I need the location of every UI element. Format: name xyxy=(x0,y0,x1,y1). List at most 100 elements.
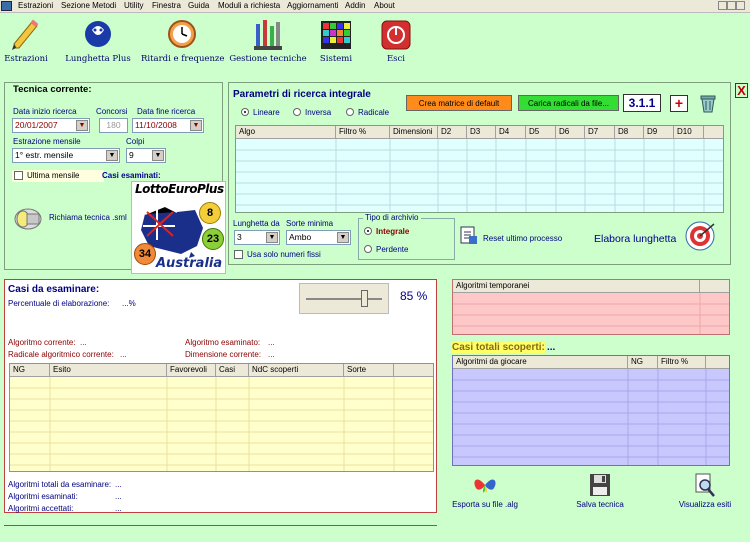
version-box: 3.1.1 xyxy=(623,94,661,112)
casi-grid[interactable]: NG Esito Favorevoli Casi NdC scoperti So… xyxy=(9,363,434,472)
elabora-button[interactable]: Elabora lunghetta xyxy=(594,233,676,245)
casi-title: Casi da esaminare: xyxy=(8,284,100,295)
casi-totali-value: ... xyxy=(547,342,556,353)
perdente-radio[interactable] xyxy=(364,245,372,253)
app-icon[interactable] xyxy=(1,1,12,11)
ultima-mensile-label: Ultima mensile xyxy=(27,171,80,180)
radicale-label: Radicale xyxy=(358,108,390,117)
reset-processo-button[interactable]: Reset ultimo processo xyxy=(483,234,562,243)
lunghetta-select[interactable]: 3 ▼ xyxy=(234,230,280,245)
chevron-down-icon[interactable]: ▼ xyxy=(106,150,118,161)
menu-sezione-metodi[interactable]: Sezione Metodi xyxy=(61,1,116,10)
menu-addin[interactable]: Addin xyxy=(345,1,365,10)
carica-radicali-button[interactable]: Carica radicali da file... xyxy=(518,95,619,111)
esporta-button[interactable]: Esporta su file .alg xyxy=(445,472,525,509)
ultima-mensile-checkbox[interactable] xyxy=(14,171,23,180)
grid-lines xyxy=(453,369,729,465)
lunghetta-label: Lunghetta da xyxy=(233,219,280,228)
toolbar-ritardi-button[interactable]: Ritardi e frequenze xyxy=(141,18,224,64)
temporanei-grid[interactable]: Algoritmi temporanei xyxy=(452,279,730,335)
col-filtro: Filtro % xyxy=(658,356,706,369)
lineare-radio[interactable] xyxy=(241,108,249,116)
menu-utility[interactable]: Utility xyxy=(124,1,144,10)
inversa-radio[interactable] xyxy=(293,108,301,116)
visualizza-esiti-button[interactable]: Visualizza esiti xyxy=(670,472,740,509)
menu-estrazioni[interactable]: Estrazioni xyxy=(18,1,53,10)
data-fine-value: 11/10/2008 xyxy=(135,120,177,130)
col-algoritmi-giocare: Algoritmi da giocare xyxy=(453,356,628,369)
colpi-value: 9 xyxy=(129,150,134,160)
integrale-radio[interactable] xyxy=(364,227,372,235)
chevron-down-icon[interactable]: ▼ xyxy=(337,232,349,243)
reset-icon[interactable] xyxy=(460,225,478,245)
archivio-group: Tipo di archivio Integrale Perdente xyxy=(358,213,455,260)
casi-esaminati-label: Casi esaminati: xyxy=(102,171,161,180)
butterfly-icon xyxy=(474,479,496,493)
estrazione-select[interactable]: 1° estr. mensile ▼ xyxy=(12,148,120,163)
ball-34: 34 xyxy=(134,243,156,265)
toolbar-estrazioni-label: Estrazioni xyxy=(4,54,48,64)
logo-subtitle: Australia xyxy=(156,256,223,271)
estrazione-value: 1° estr. mensile xyxy=(15,150,74,160)
exit-icon xyxy=(380,18,412,52)
magnifier-icon xyxy=(695,473,715,497)
numeri-fissi-label: Usa solo numeri fissi xyxy=(247,250,321,259)
casi-totali-label: Casi totali scoperti: xyxy=(452,342,545,353)
add-button[interactable]: + xyxy=(670,95,688,112)
col-ng: NG xyxy=(628,356,658,369)
window-controls[interactable] xyxy=(718,1,748,11)
menu-guida[interactable]: Guida xyxy=(188,1,209,10)
chevron-down-icon[interactable]: ▼ xyxy=(152,150,164,161)
toolbar-gestione-button[interactable]: Gestione tecniche xyxy=(229,18,307,64)
toolbar-estrazioni-button[interactable]: Estrazioni xyxy=(4,18,48,64)
trash-icon[interactable] xyxy=(698,93,718,113)
chevron-down-icon[interactable]: ▼ xyxy=(266,232,278,243)
chevron-down-icon[interactable]: ▼ xyxy=(76,120,88,131)
salva-tecnica-button[interactable]: Salva tecnica xyxy=(565,472,635,509)
colpi-select[interactable]: 9 ▼ xyxy=(126,148,166,163)
col-blank xyxy=(700,280,729,293)
toolbar-lunghetta-button[interactable]: Lunghetta Plus xyxy=(62,18,134,64)
visualizza-label: Visualizza esiti xyxy=(678,500,732,509)
menu-about[interactable]: About xyxy=(374,1,395,10)
richiama-tecnica-button[interactable]: Richiama tecnica .sml xyxy=(49,213,127,222)
radicale-radio[interactable] xyxy=(346,108,354,116)
data-fine-select[interactable]: 11/10/2008 ▼ xyxy=(132,118,204,133)
casi-panel: Casi da esaminare: Percentuale di elabor… xyxy=(4,279,437,513)
slider-thumb[interactable] xyxy=(360,290,368,307)
reload-icon[interactable] xyxy=(13,204,43,234)
concorsi-field[interactable]: 180 xyxy=(99,118,128,133)
col-esito: Esito xyxy=(50,364,167,377)
col-casi: Casi xyxy=(216,364,249,377)
giocare-grid[interactable]: Algoritmi da giocare NG Filtro % xyxy=(452,355,730,466)
sorte-select[interactable]: Ambo ▼ xyxy=(286,230,351,245)
col-temporanei: Algoritmi temporanei xyxy=(453,280,700,293)
menu-finestra[interactable]: Finestra xyxy=(152,1,181,10)
col-d7: D7 xyxy=(585,126,615,139)
col-ndc: NdC scoperti xyxy=(249,364,344,377)
col-blank xyxy=(394,364,433,377)
radicale-value: ... xyxy=(120,350,127,359)
toolbar-sistemi-button[interactable]: Sistemi xyxy=(315,18,357,64)
crea-matrice-button[interactable]: Crea matrice di default xyxy=(406,95,512,111)
menu-moduli[interactable]: Moduli a richiesta xyxy=(218,1,280,10)
parametri-grid[interactable]: Algo Filtro % Dimensioni D2 D3 D4 D5 D6 … xyxy=(235,125,724,213)
algo-esaminato-label: Algoritmo esaminato: xyxy=(185,338,261,347)
grid-lines xyxy=(236,139,723,212)
chevron-down-icon[interactable]: ▼ xyxy=(190,120,202,131)
col-d2: D2 xyxy=(438,126,467,139)
target-icon[interactable] xyxy=(684,220,716,252)
toolbar-esci-button[interactable]: Esci xyxy=(376,18,416,64)
col-d6: D6 xyxy=(556,126,585,139)
lottery-logo-icon xyxy=(82,18,114,52)
menu-bar: Estrazioni Sezione Metodi Utility Finest… xyxy=(0,0,750,13)
archivio-label: Tipo di archivio xyxy=(363,213,421,222)
data-inizio-select[interactable]: 20/01/2007 ▼ xyxy=(12,118,90,133)
ultima-mensile-row[interactable]: Ultima mensile xyxy=(12,170,104,182)
floppy-icon xyxy=(590,474,610,496)
progress-slider[interactable] xyxy=(299,283,389,314)
numeri-fissi-checkbox[interactable] xyxy=(234,250,243,259)
menu-aggiornamenti[interactable]: Aggiornamenti xyxy=(287,1,339,10)
salva-label: Salva tecnica xyxy=(576,500,624,509)
close-panel-button[interactable]: X xyxy=(735,83,748,98)
